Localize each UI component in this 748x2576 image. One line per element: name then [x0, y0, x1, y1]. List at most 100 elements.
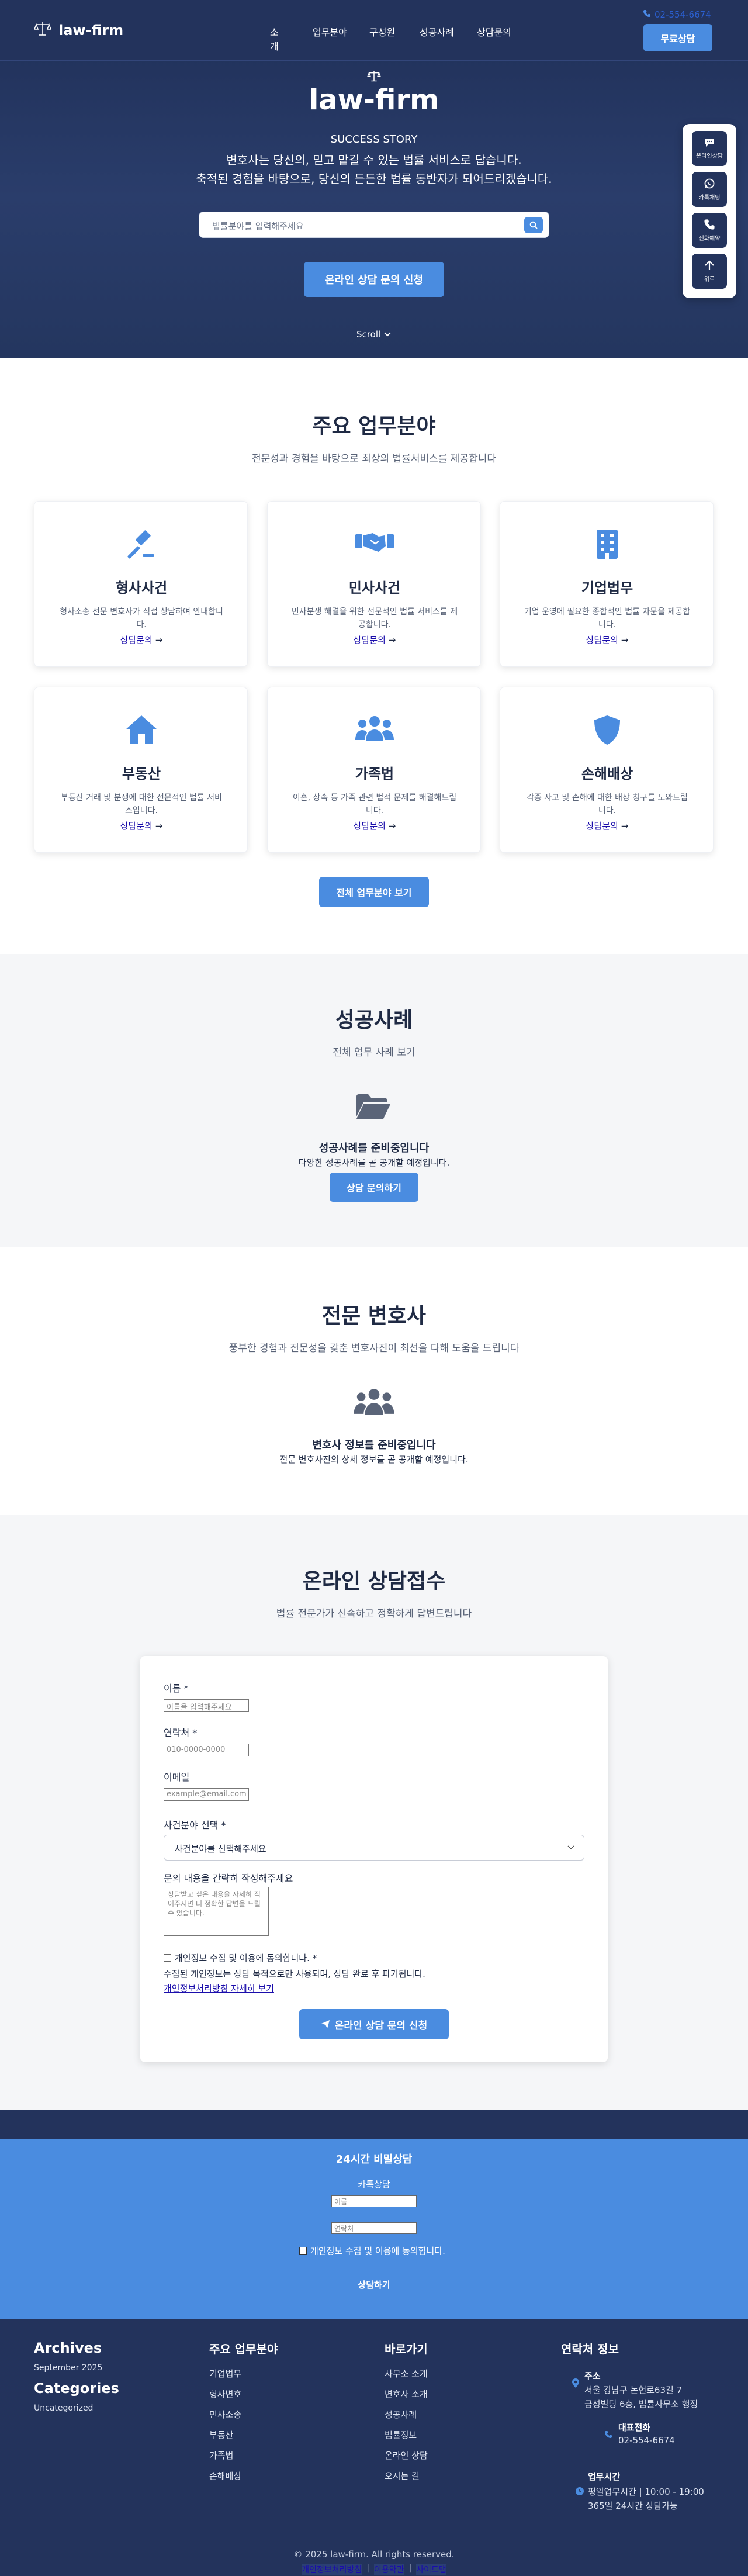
logo-text: law-firm [58, 22, 124, 39]
card-desc: 부동산 거래 및 분쟁에 대한 전문적인 법률 서비스입니다. [61, 793, 222, 815]
quick-phone-reserve[interactable]: 전화예약 [692, 213, 727, 248]
consult-submit-button[interactable]: 온라인 상담 문의 신청 [299, 2009, 449, 2039]
footer-quicklink[interactable]: 사무소 소개 [385, 2367, 428, 2380]
send-icon [321, 2020, 330, 2028]
nav-item-cases[interactable]: 성공사례 [420, 25, 454, 39]
footer-contact-title: 연락처 정보 [561, 2342, 619, 2356]
name-field[interactable]: 이름을 입력해주세요 [164, 1699, 249, 1712]
arrow-right-icon: → [621, 635, 629, 645]
footer-quicklink[interactable]: 오시는 길 [385, 2470, 420, 2482]
phone-value[interactable]: 02-554-6674 [618, 2435, 675, 2446]
content-label: 문의 내용을 간략히 작성해주세요 [164, 1873, 293, 1884]
practice-title: 주요 업무분야 [312, 414, 436, 438]
band-submit-button[interactable]: 상담하기 [0, 2278, 748, 2291]
site-footer [0, 2319, 748, 2576]
card-link[interactable]: 상담문의 [354, 635, 386, 645]
case-type-label: 사건분야 선택 * [164, 1820, 226, 1831]
archives-title: Archives [34, 2340, 102, 2356]
quick-online-consult[interactable]: 온라인상담 [692, 131, 727, 166]
footer-sitemap-link[interactable]: 사이트맵 [416, 2564, 446, 2575]
search-input[interactable]: 법률분야를 입력해주세요 [199, 212, 549, 238]
agree-note: 수집된 개인정보는 상담 목적으로만 사용되며, 상담 완료 후 파기됩니다. [164, 1969, 425, 1979]
categories-item[interactable]: Uncategorized [34, 2404, 93, 2413]
hero-title: law-firm [309, 84, 439, 116]
footer-practice-item[interactable]: 손해배상 [209, 2470, 241, 2482]
card-link[interactable]: 상담문의 [354, 821, 386, 831]
scales-icon [33, 21, 52, 40]
arrow-right-icon: → [621, 821, 629, 831]
band-agree-row: 개인정보 수집 및 이용에 동의합니다. [299, 2245, 445, 2257]
archives-item[interactable]: September 2025 [34, 2363, 102, 2373]
free-consult-button[interactable]: 무료상담 [643, 24, 712, 51]
cases-consult-button[interactable]: 상담 문의하기 [330, 1173, 418, 1202]
consult-form: 이름 * 이름을 입력해주세요 연락처 * 010-0000-0000 이메일 … [140, 1656, 608, 2062]
footer-practice-title: 주요 업무분야 [209, 2342, 278, 2356]
nav-item-practice[interactable]: 업무분야 [313, 25, 347, 39]
scroll-indicator[interactable]: Scroll [0, 329, 748, 340]
case-type-select[interactable]: 사건분야를 선택해주세요 [164, 1835, 584, 1861]
phone-label: 대표전화 [618, 2422, 651, 2433]
cases-empty-desc: 다양한 성공사례를 곧 공개할 예정입니다. [298, 1157, 450, 1168]
address-line-2: 금성빌딩 6층, 법률사무소 행정 [584, 2399, 698, 2409]
lawyers-subtitle: 풍부한 경험과 전문성을 갖춘 변호사진이 최선을 다해 도움을 드립니다 [228, 1343, 520, 1354]
header-phone-link[interactable]: 02-554-6674 [654, 9, 711, 20]
quick-label: 카톡채팅 [698, 195, 721, 201]
footer-practice-item[interactable]: 기업법무 [209, 2367, 241, 2380]
footer-practice-item[interactable]: 부동산 [209, 2429, 233, 2441]
card-title: 부동산 [122, 766, 161, 782]
hero-line-2: 축적된 경험을 바탕으로, 당신의 든든한 법률 동반자가 되어드리겠습니다. [196, 172, 552, 186]
practice-card-corporate: 기업법무 기업 운영에 필요한 종합적인 법률 자문을 제공합니다. 상담문의 … [500, 501, 714, 667]
content-textarea[interactable]: 상담받고 싶은 내용을 자세히 적어주시면 더 정확한 답변을 드릴 수 있습니… [164, 1887, 269, 1936]
phone-field[interactable]: 010-0000-0000 [164, 1744, 249, 1756]
footer-practice-item[interactable]: 가족법 [209, 2449, 233, 2461]
hours-line-1: 평일업무시간 | 10:00 - 19:00 [588, 2487, 704, 2497]
lawyers-empty-title: 변호사 정보를 준비중입니다 [312, 1439, 436, 1451]
quick-kakao-chat[interactable]: 카톡채팅 [692, 172, 727, 207]
address-line-1: 서울 강남구 논현로63길 7 [584, 2385, 683, 2395]
hero-consult-button[interactable]: 온라인 상담 문의 신청 [304, 262, 444, 297]
email-label: 이메일 [164, 1772, 190, 1783]
site-logo[interactable]: law-firm [33, 21, 124, 40]
site-header: law-firm 소개 업무분야 구성원 성공사례 상담문의 02-554-66… [0, 0, 748, 61]
card-title: 형사사건 [115, 580, 168, 596]
cases-empty-title: 성공사례를 준비중입니다 [318, 1142, 430, 1154]
gavel-icon [127, 530, 154, 559]
nav-item-about[interactable]: 소개 [270, 25, 279, 53]
quick-label: 위로 [704, 276, 715, 283]
card-desc: 기업 운영에 필요한 종합적인 법률 자문을 제공합니다. [524, 607, 691, 630]
band-phone-field[interactable]: 연락처 [331, 2222, 417, 2234]
arrow-right-icon: → [155, 635, 163, 645]
footer-terms-link[interactable]: 이용약관 [373, 2564, 404, 2575]
footer-practice-item[interactable]: 형사변호 [209, 2388, 241, 2400]
nav-item-contact[interactable]: 상담문의 [477, 25, 511, 39]
footer-quicklink[interactable]: 온라인 상담 [385, 2449, 428, 2461]
card-link[interactable]: 상담문의 [120, 821, 153, 831]
nav-item-members[interactable]: 구성원 [369, 25, 395, 39]
map-pin-icon [572, 2378, 579, 2388]
view-all-practice-button[interactable]: 전체 업무분야 보기 [319, 877, 429, 907]
header-phone[interactable]: 02-554-6674 [643, 9, 711, 20]
card-link[interactable]: 상담문의 [120, 635, 153, 645]
hours-label: 업무시간 [588, 2471, 621, 2482]
card-link[interactable]: 상담문의 [586, 635, 618, 645]
privacy-policy-link[interactable]: 개인정보처리방침 자세히 보기 [164, 1982, 274, 1994]
quick-scroll-top[interactable]: 위로 [692, 254, 727, 289]
footer-quicklink[interactable]: 변호사 소개 [385, 2388, 428, 2400]
band-agree-checkbox[interactable] [299, 2247, 307, 2255]
users-icon [355, 716, 394, 741]
card-link[interactable]: 상담문의 [586, 821, 618, 831]
footer-quicklink[interactable]: 법률정보 [385, 2429, 417, 2441]
search-button[interactable] [524, 217, 543, 233]
footer-privacy-link[interactable]: 개인정보처리방침 [302, 2564, 362, 2575]
agree-checkbox[interactable] [164, 1954, 171, 1962]
band-agree-label: 개인정보 수집 및 이용에 동의합니다. [310, 2246, 445, 2256]
footer-link-separator: | [366, 2564, 369, 2573]
footer-practice-item[interactable]: 민사소송 [209, 2408, 241, 2421]
card-title: 민사사건 [348, 580, 401, 596]
lawyers-empty-desc: 전문 변호사진의 상세 정보를 곧 공개할 예정입니다. [279, 1454, 469, 1465]
handshake-icon [355, 533, 394, 552]
case-type-value: 사건분야를 선택해주세요 [175, 1844, 266, 1854]
band-name-field[interactable]: 이름 [331, 2195, 417, 2207]
email-field[interactable]: example@email.com [164, 1788, 249, 1801]
footer-quicklink[interactable]: 성공사례 [385, 2408, 417, 2421]
